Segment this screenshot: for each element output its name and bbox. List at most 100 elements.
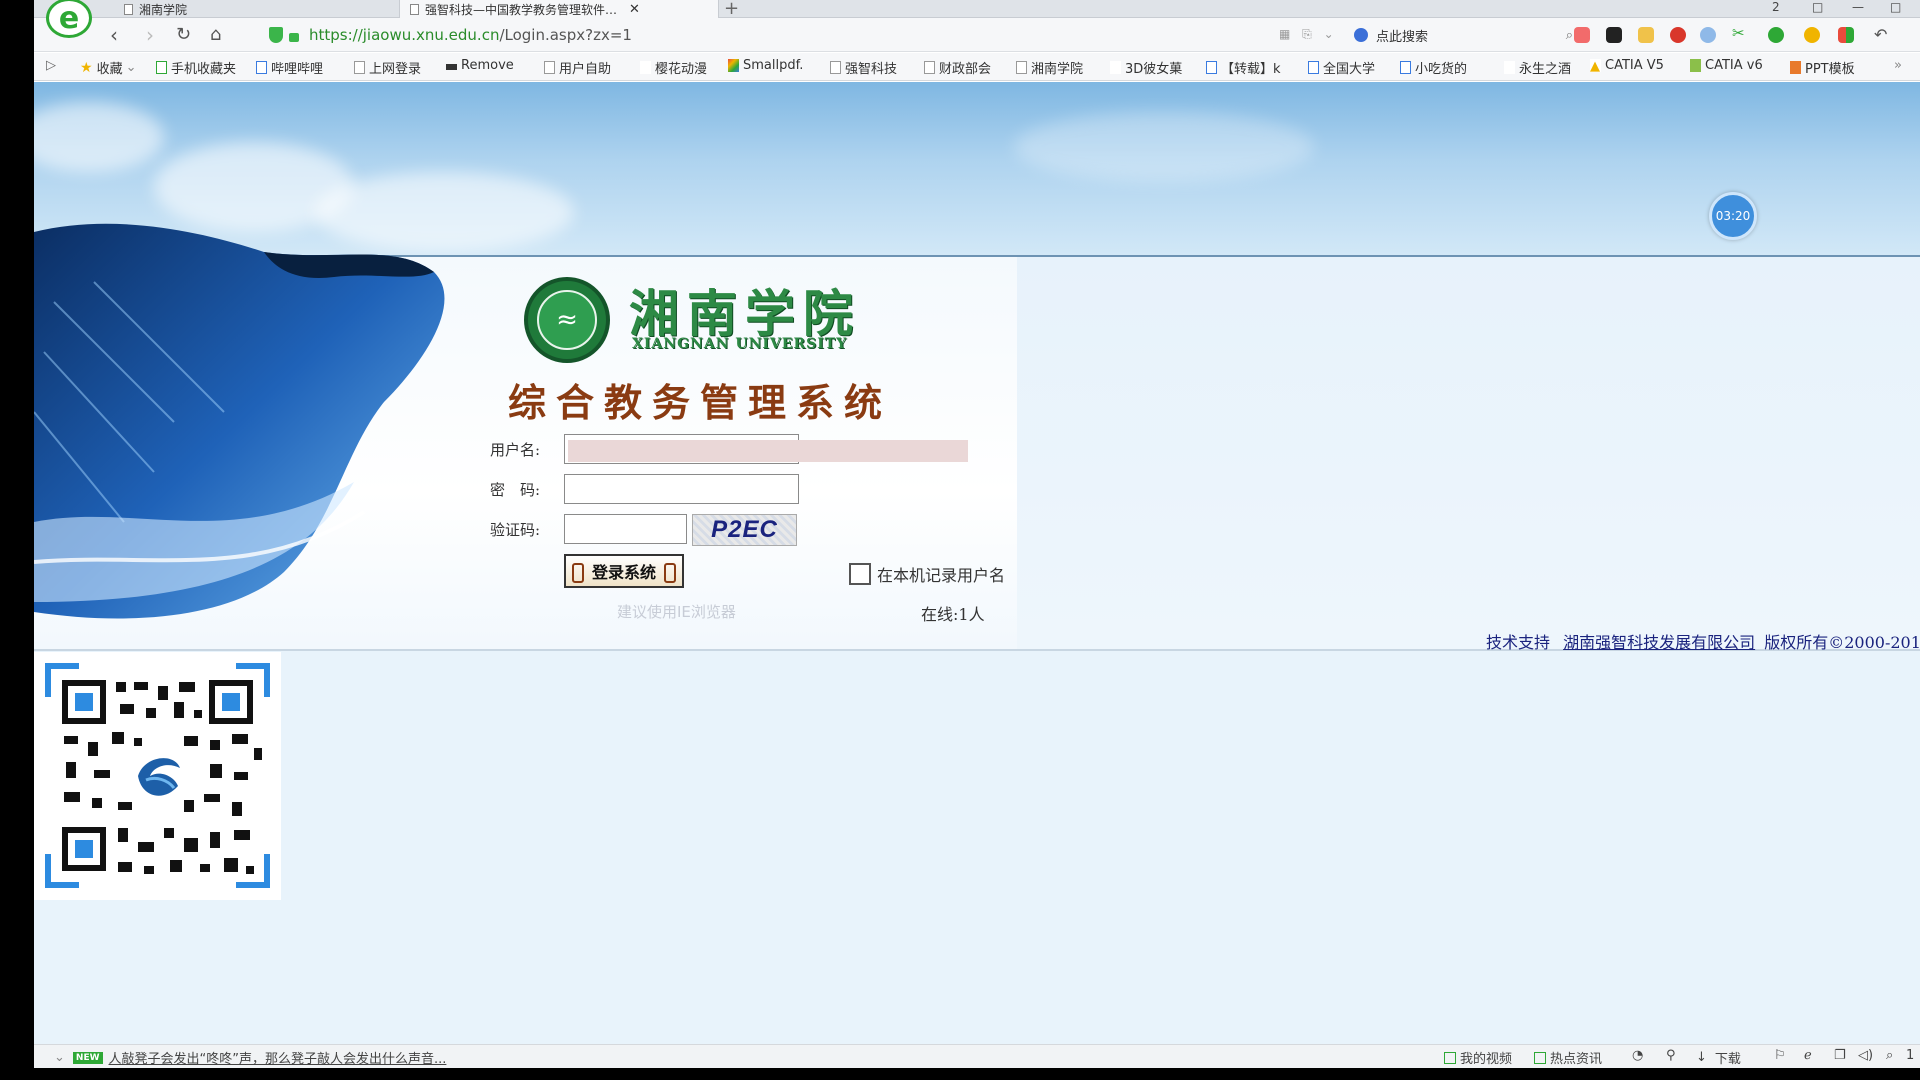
bookmark-wine[interactable]: 永生之酒 <box>1504 58 1571 77</box>
close-tab-icon[interactable]: ✕ <box>629 2 640 17</box>
catia-icon: ▲ <box>1590 59 1601 74</box>
volume-icon[interactable]: ◁) <box>1858 1048 1873 1063</box>
tab-qiangzhi[interactable]: 强智科技—中国教学教务管理软件… ✕ <box>399 0 719 18</box>
remember-username[interactable]: 在本机记录用户名 <box>849 562 1005 586</box>
remember-label: 在本机记录用户名 <box>877 566 1006 585</box>
search-icon[interactable]: ⌕ <box>1566 28 1573 43</box>
bookmark-university[interactable]: 全国大学 <box>1308 58 1375 77</box>
news-ticker[interactable]: ⌄ NEW 人敲凳子会发出“咚咚”声，那么凳子敲人会发出什么声音... <box>54 1048 446 1067</box>
bookmark-xnu[interactable]: 湘南学院 <box>1016 58 1083 77</box>
bookmark-3d[interactable]: 3D彼女菓 <box>1110 58 1182 77</box>
extension-shield-icon[interactable] <box>1804 27 1820 43</box>
copyright-text: 版权所有©2000-2013 <box>1764 633 1920 652</box>
security-shield-icon <box>269 27 283 43</box>
bilibili-icon <box>256 61 267 74</box>
bookmark-favorites[interactable]: ★ 收藏 ⌄ <box>80 58 136 78</box>
page-icon <box>544 61 555 74</box>
tab-count-button[interactable]: 2 <box>1772 0 1780 14</box>
star-icon: ★ <box>80 59 93 76</box>
bookmark-ppt[interactable]: PPT模板 <box>1790 58 1855 77</box>
zoom-icon[interactable]: ⌕ <box>1886 1048 1893 1063</box>
tab-label: 湘南学院 <box>139 2 188 17</box>
chevron-down-icon[interactable]: ⌄ <box>54 1050 65 1065</box>
url-path: /Login.aspx?zx=1 <box>499 26 632 44</box>
page-icon <box>410 3 419 15</box>
bookmark-repost[interactable]: 【转载】k <box>1206 58 1281 77</box>
ie-mode-icon[interactable]: ℯ <box>1804 1048 1812 1063</box>
search-placeholder: 点此搜索 <box>1376 29 1429 45</box>
timer-badge[interactable]: 03:20 <box>1709 192 1757 240</box>
my-video-button[interactable]: 我的视频 <box>1444 1048 1512 1067</box>
bookmark-remove[interactable]: Remove <box>446 58 514 73</box>
site-icon <box>1308 61 1319 74</box>
page-icon <box>354 61 365 74</box>
maximize-button[interactable]: □ <box>1890 0 1901 14</box>
pin-icon[interactable]: ⚲ <box>1666 1048 1676 1063</box>
bookmark-anime[interactable]: 樱花动漫 <box>640 58 707 77</box>
bilibili-icon <box>1206 61 1217 74</box>
sidebar-toggle-icon[interactable]: ▷ <box>46 58 56 73</box>
bookmark-bilibili[interactable]: 哔哩哔哩 <box>256 58 323 77</box>
bookmark-qiangzhi[interactable]: 强智科技 <box>830 58 897 77</box>
search-box[interactable]: 点此搜索 ⌕ <box>1354 24 1579 46</box>
company-link[interactable]: 湖南强智科技发展有限公司 <box>1563 633 1755 652</box>
reader-mode-icon[interactable]: ▦ ⎘ ⌄ <box>1279 27 1338 42</box>
url-field[interactable]: https://jiaowu.xnu.edu.cn/Login.aspx?zx=… <box>269 24 632 46</box>
news-text[interactable]: 人敲凳子会发出“咚咚”声，那么凳子敲人会发出什么声音... <box>109 1048 447 1067</box>
tab-xnu[interactable]: 湘南学院 <box>114 0 414 18</box>
bookmark-login[interactable]: 上网登录 <box>354 58 421 77</box>
more-bookmarks-button[interactable]: » <box>1894 58 1902 73</box>
ppt-icon <box>1790 61 1801 74</box>
right-background <box>1017 257 1920 649</box>
extension-green-icon[interactable] <box>1768 27 1784 43</box>
download-button[interactable]: ↓ 下载 <box>1696 1048 1741 1067</box>
page-icon <box>124 3 133 15</box>
bookmarks-bar: ▷ ★ 收藏 ⌄ 手机收藏夹 哔哩哔哩 上网登录 Remove 用户自助 樱花动漫 … <box>34 53 1920 81</box>
forward-icon[interactable]: › <box>146 24 154 46</box>
system-title: 综合教务管理系统 <box>508 380 893 425</box>
university-emblem-icon: ≈ <box>524 277 610 363</box>
speed-icon[interactable]: ◔ <box>1632 1048 1643 1063</box>
undo-icon[interactable]: ↶ <box>1874 24 1887 46</box>
extension-translate-icon[interactable] <box>1700 27 1716 43</box>
window-icon[interactable]: ❐ <box>1834 1048 1846 1063</box>
extension-weibo-icon[interactable] <box>1574 27 1590 43</box>
password-input[interactable] <box>564 474 799 504</box>
home-icon[interactable]: ⌂ <box>210 24 221 46</box>
extension-adblock-icon[interactable] <box>1670 27 1686 43</box>
video-icon <box>1444 1051 1456 1064</box>
bilibili-icon <box>1400 61 1411 74</box>
zoom-level[interactable]: 1 <box>1906 1048 1914 1063</box>
bookmark-selfservice[interactable]: 用户自助 <box>544 58 611 77</box>
captcha-input[interactable] <box>564 514 687 544</box>
minimize-button[interactable]: — <box>1852 0 1864 14</box>
restore-icon[interactable]: □ <box>1812 0 1823 14</box>
extension-scissors-icon[interactable]: ✂ <box>1732 24 1748 42</box>
tab-strip: 湘南学院 强智科技—中国教学教务管理软件… ✕ + 2 □ — □ <box>34 0 1920 19</box>
new-tab-button[interactable]: + <box>724 0 739 19</box>
remember-checkbox[interactable] <box>849 563 871 585</box>
bookmark-foodie[interactable]: 小吃货的 <box>1400 58 1467 77</box>
extension-folder-icon[interactable] <box>1638 27 1654 43</box>
bookmark-mof[interactable]: 财政部会 <box>924 58 991 77</box>
bookmark-mobile[interactable]: 手机收藏夹 <box>156 58 236 77</box>
username-autofill-highlight <box>568 440 968 462</box>
extension-game-icon[interactable] <box>1606 27 1622 43</box>
captcha-label: 验证码: <box>490 521 541 539</box>
news-icon <box>1534 1051 1546 1064</box>
lock-icon <box>289 32 299 42</box>
browser-window: 湘南学院 强智科技—中国教学教务管理软件… ✕ + 2 □ — □ e ‹ › … <box>34 0 1920 1068</box>
flag-icon[interactable]: ⚐ <box>1774 1048 1786 1063</box>
footer-credit: 技术支持 湖南强智科技发展有限公司 版权所有©2000-2013 <box>1486 629 1920 653</box>
bookmark-catia-v6[interactable]: CATIA v6 <box>1690 58 1763 73</box>
back-icon[interactable]: ‹ <box>110 24 118 46</box>
url-host: https://jiaowu.xnu.edu.cn <box>309 26 500 44</box>
bookmark-catia-v5[interactable]: ▲ CATIA V5 <box>1590 58 1664 74</box>
captcha-image[interactable]: P2EC <box>692 514 797 546</box>
extension-apps-icon[interactable] <box>1838 27 1854 43</box>
university-name-en: XIANGNAN UNIVERSITY <box>632 336 848 352</box>
login-button[interactable]: 登录系统 <box>564 554 684 588</box>
bookmark-smallpdf[interactable]: Smallpdf. <box>728 58 803 73</box>
reload-icon[interactable]: ↻ <box>176 24 191 46</box>
hot-news-button[interactable]: 热点资讯 <box>1534 1048 1602 1067</box>
